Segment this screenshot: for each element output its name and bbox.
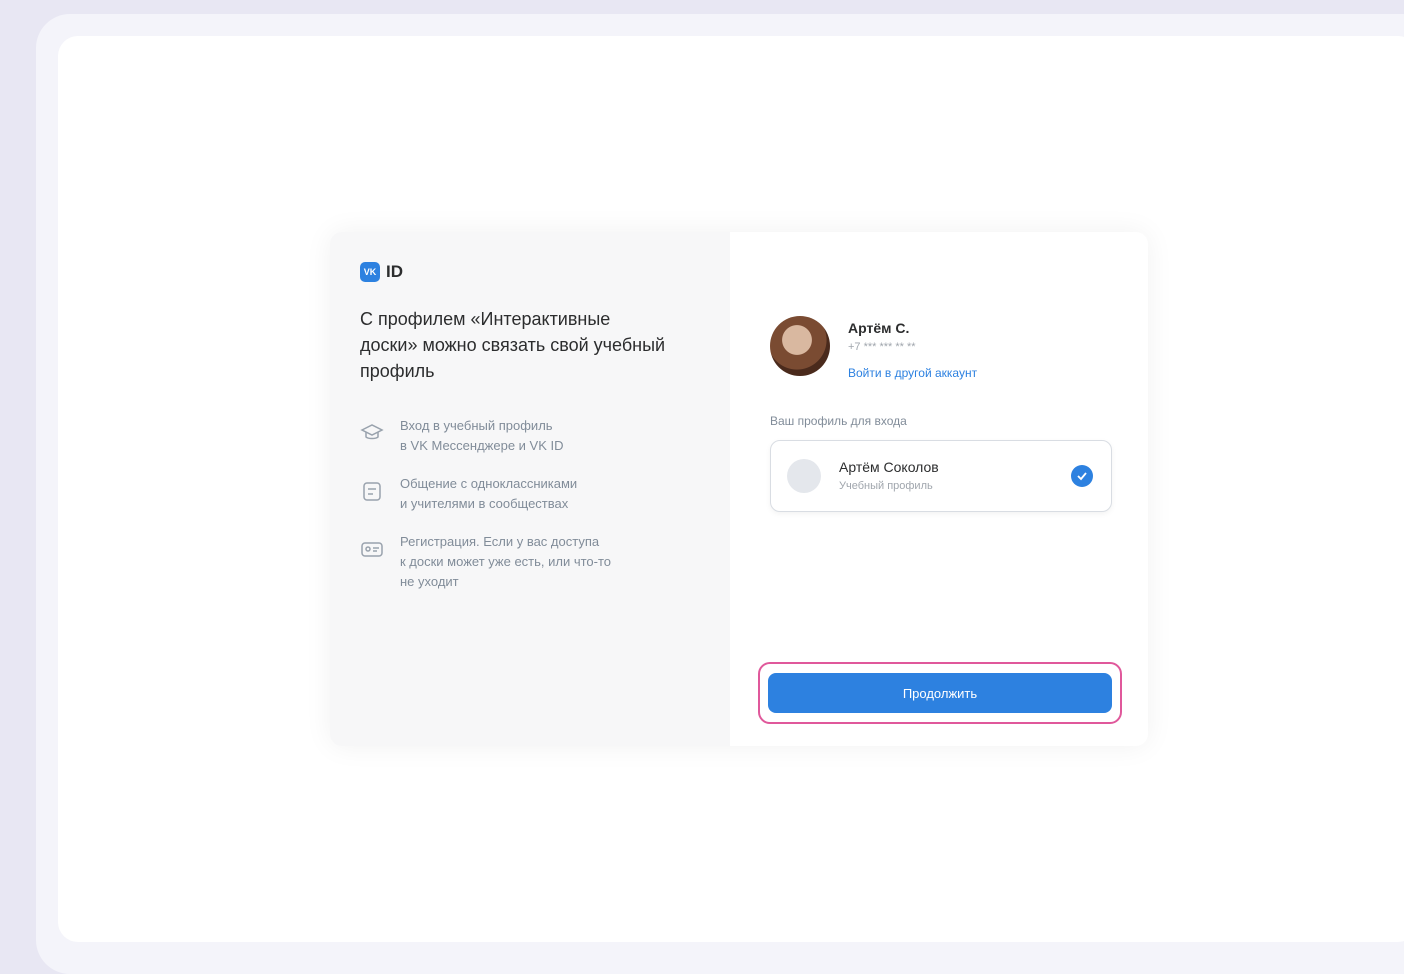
feature-item: Регистрация. Если у вас доступа к доски … xyxy=(360,532,710,592)
id-card-icon xyxy=(361,542,383,557)
profile-section-label: Ваш профиль для входа xyxy=(770,414,907,428)
profile-type: Учебный профиль xyxy=(839,480,933,492)
brand-name: ID xyxy=(386,262,403,281)
user-phone: +7 *** *** ** ** xyxy=(848,341,916,353)
intro-headline: С профилем «Интерактивные доски» можно с… xyxy=(360,309,666,381)
user-avatar xyxy=(770,316,830,376)
profile-option[interactable]: Артём Соколов Учебный профиль xyxy=(770,440,1112,512)
graduation-cap-icon xyxy=(360,424,384,440)
profile-name: Артём Соколов xyxy=(839,459,939,475)
feature-list: Вход в учебный профиль в VK Мессенджере … xyxy=(360,416,710,610)
feature-item: Общение с одноклассниками и учителями в … xyxy=(360,474,710,514)
feature-text: Вход в учебный профиль в VK Мессенджере … xyxy=(400,418,564,453)
brand: VK ID xyxy=(360,262,403,282)
continue-button[interactable]: Продолжить xyxy=(768,673,1112,713)
check-icon xyxy=(1071,465,1093,487)
user-name: Артём С. xyxy=(848,320,910,336)
switch-account-link[interactable]: Войти в другой аккаунт xyxy=(848,366,977,380)
checkmark-icon xyxy=(1077,472,1087,481)
feature-text: Регистрация. Если у вас доступа к доски … xyxy=(400,534,612,589)
feature-text: Общение с одноклассниками и учителями в … xyxy=(400,476,578,511)
account-pane: Артём С. +7 *** *** ** ** Войти в другой… xyxy=(730,232,1148,746)
info-pane: VK ID С профилем «Интерактивные доски» м… xyxy=(330,232,730,746)
vk-id-auth-dialog: VK ID С профилем «Интерактивные доски» м… xyxy=(330,232,1148,746)
feature-item: Вход в учебный профиль в VK Мессенджере … xyxy=(360,416,710,456)
profile-avatar xyxy=(787,459,821,493)
vk-logo-icon: VK xyxy=(360,262,380,282)
calendar-icon xyxy=(363,482,381,501)
